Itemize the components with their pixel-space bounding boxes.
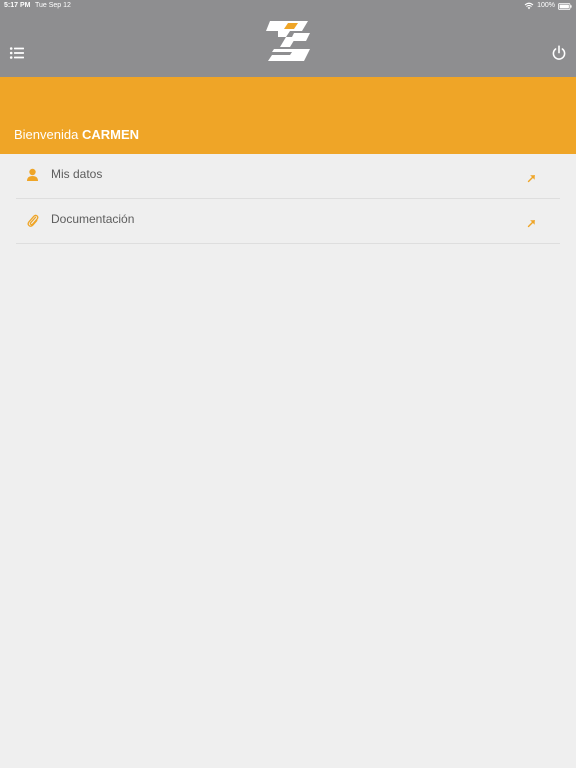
person-icon — [26, 168, 39, 182]
power-icon[interactable] — [551, 45, 567, 61]
list-item-label: Documentación — [51, 212, 135, 226]
welcome-greeting: Bienvenida — [14, 127, 79, 142]
list-icon[interactable] — [9, 45, 25, 61]
battery-percent: 100% — [537, 2, 555, 9]
list-item-label: Mis datos — [51, 167, 103, 181]
welcome-user-name: CARMEN — [81, 127, 140, 142]
status-time: 5:17 PM — [4, 2, 31, 9]
battery-icon — [558, 2, 572, 10]
welcome-banner: Bienvenida CARMEN — [0, 77, 576, 154]
brand-logo — [264, 19, 312, 63]
paperclip-icon — [26, 213, 39, 227]
list-item-mis-datos[interactable]: Mis datos — [16, 154, 560, 199]
status-indicators: 100% — [524, 0, 572, 12]
menu-list: Mis datos Documentación — [16, 154, 560, 244]
list-item-documentacion[interactable]: Documentación — [16, 199, 560, 244]
arrow-up-right-icon — [527, 215, 536, 228]
wifi-icon — [524, 2, 534, 10]
welcome-text: Bienvenida CARMEN — [14, 127, 139, 142]
status-date: Tue Sep 12 — [35, 2, 71, 9]
arrow-up-right-icon — [527, 170, 536, 183]
app-header: 5:17 PM Tue Sep 12 100% — [0, 0, 576, 77]
status-bar: 5:17 PM Tue Sep 12 100% — [0, 0, 576, 12]
